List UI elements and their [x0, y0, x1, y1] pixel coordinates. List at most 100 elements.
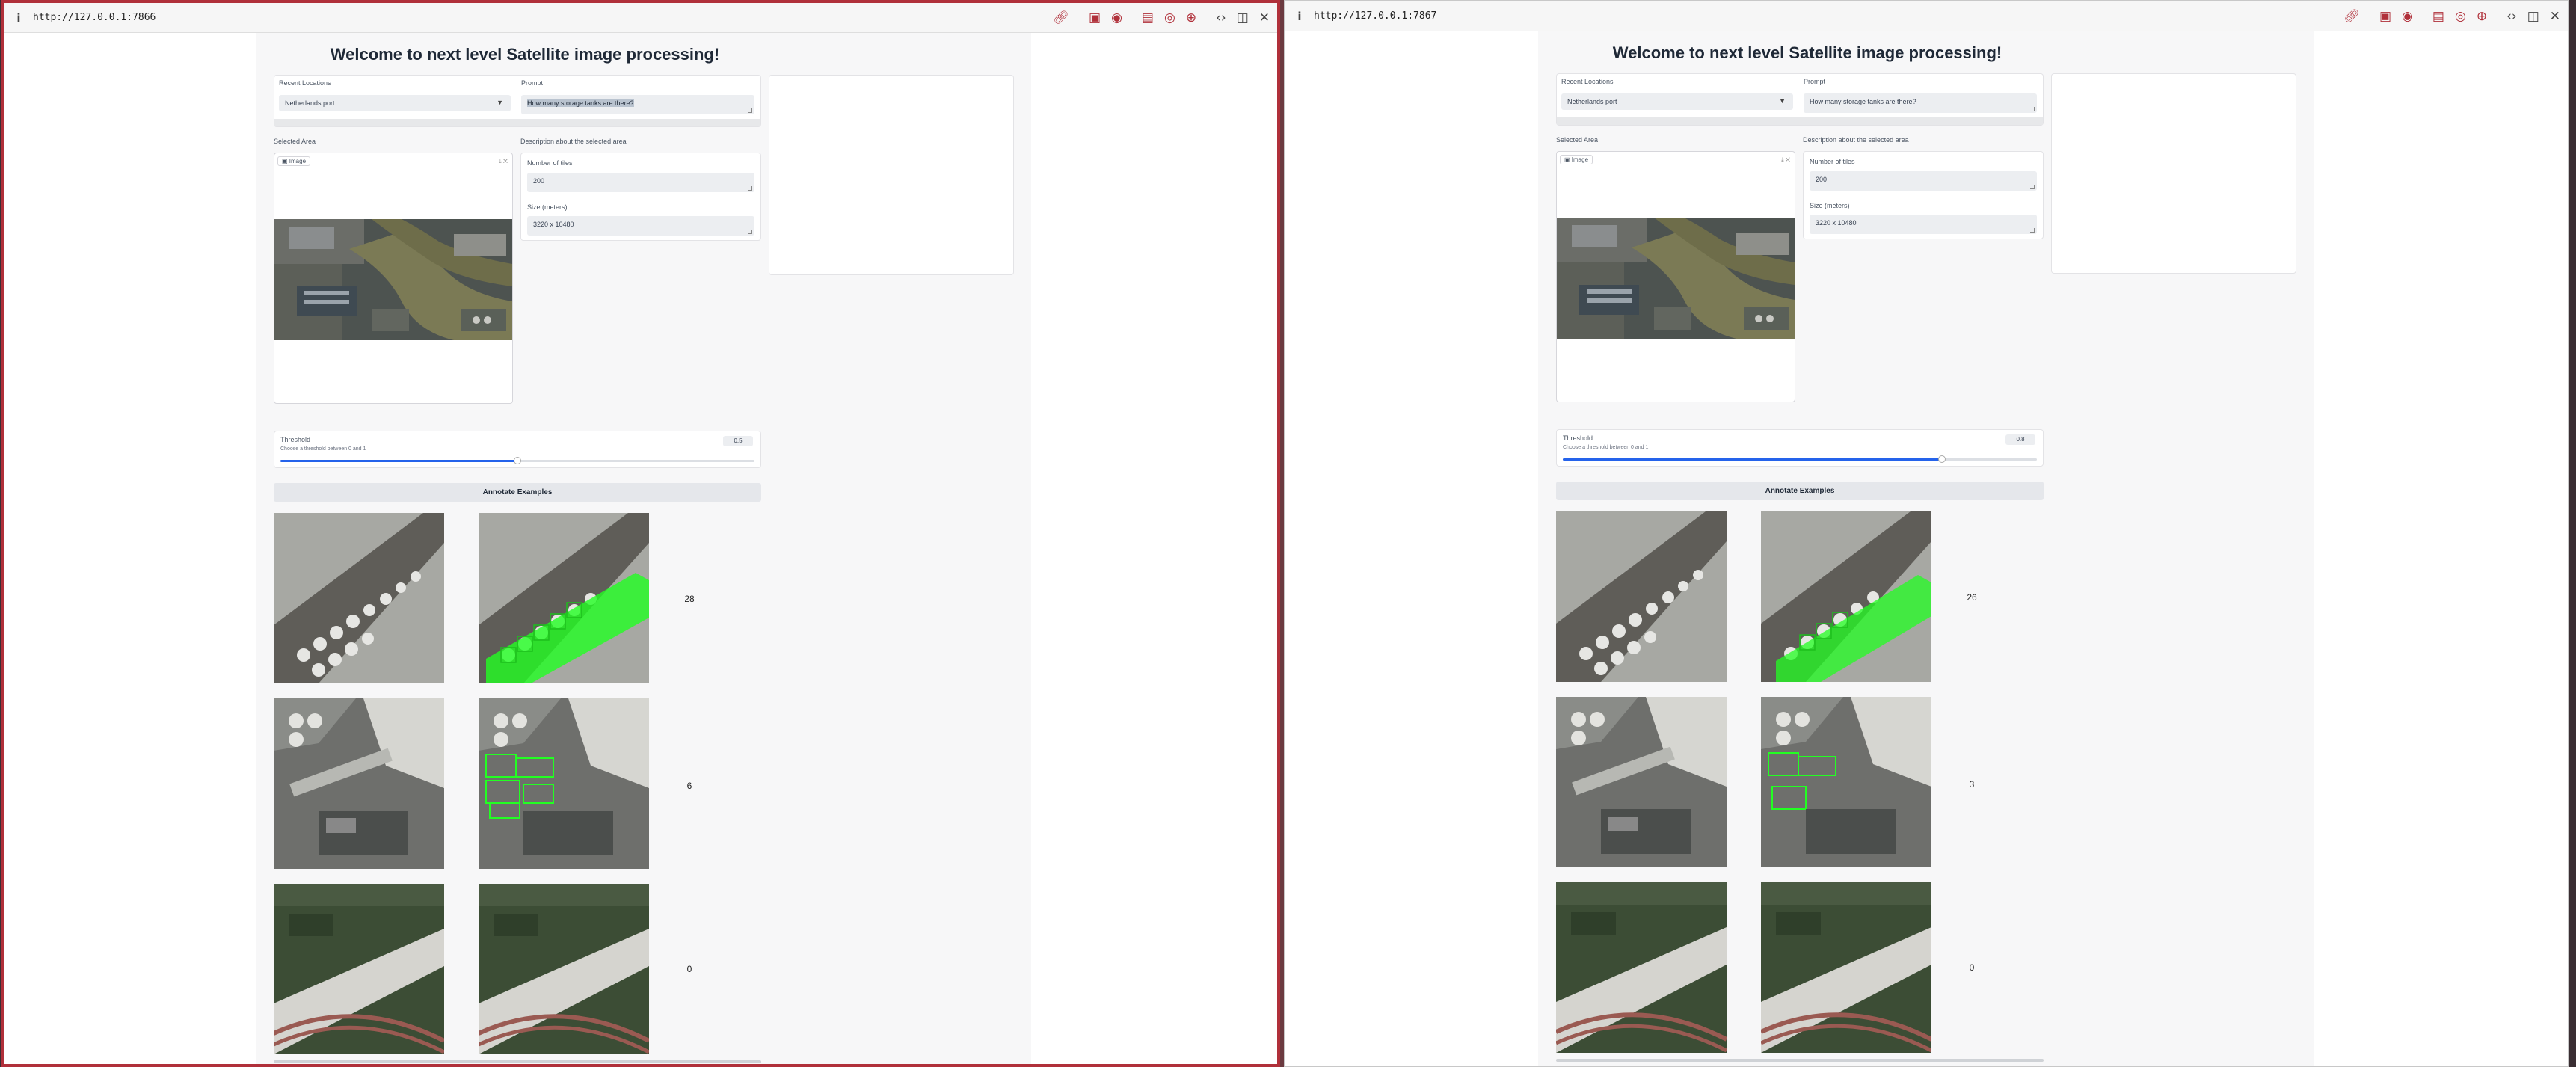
example-1-original — [1556, 511, 1727, 682]
example-3-original — [1556, 882, 1727, 1053]
resize-handle[interactable] — [748, 108, 752, 113]
recent-locations-dropdown[interactable]: Netherlands port ▼ — [1561, 93, 1793, 110]
example-3-annotated — [1761, 882, 1931, 1053]
threshold-info: Choose a threshold between 0 and 1 — [280, 446, 366, 452]
recent-locations-label: Recent Locations — [1561, 78, 1614, 85]
example-3-annotated — [479, 884, 649, 1054]
threshold-slider[interactable] — [280, 457, 754, 464]
link-icon[interactable]: 🔗︎ — [1053, 10, 1069, 25]
panel-footer — [1557, 117, 2043, 125]
selected-area-image[interactable]: ▣ Image ⤓ ✕ — [1556, 151, 1795, 402]
info-icon[interactable]: i — [1285, 10, 1314, 23]
threshold-panel: Threshold Choose a threshold between 0 a… — [1556, 429, 2044, 467]
screenshot-icon[interactable]: ▣ — [2379, 9, 2391, 24]
split-icon[interactable]: ◫ — [1237, 10, 1249, 25]
annotate-examples-button[interactable]: Annotate Examples — [1556, 482, 2044, 500]
size-field[interactable]: 3220 x 10480 — [1810, 215, 2037, 234]
horizontal-scrollbar[interactable] — [1556, 1059, 2044, 1062]
prompt-textbox[interactable]: How many storage tanks are there? — [521, 95, 754, 114]
image-tools[interactable]: ⤓ ✕ — [499, 158, 508, 165]
size-label: Size (meters) — [527, 203, 568, 211]
browser-window-1: i http://127.0.0.1:7866 🔗︎ ▣ ◉ ▤ ◎ ⊕ ‹› … — [1, 0, 1280, 1067]
threshold-info: Choose a threshold between 0 and 1 — [1563, 445, 1649, 450]
port-aerial-image — [274, 219, 512, 340]
threshold-label: Threshold — [1563, 434, 1593, 442]
image-tools[interactable]: ⤓ ✕ — [1781, 156, 1790, 164]
recent-locations-value: Netherlands port — [285, 99, 335, 107]
threshold-number-input[interactable]: 0.5 — [723, 436, 753, 446]
close-icon[interactable]: ✕ — [2550, 9, 2560, 24]
close-icon[interactable]: ✕ — [1259, 10, 1270, 25]
threshold-slider-knob[interactable] — [1938, 455, 1946, 463]
camera-icon[interactable]: ◉ — [1111, 10, 1122, 25]
threshold-number-input[interactable]: 0.8 — [2005, 434, 2035, 445]
page-viewport[interactable]: Welcome to next level Satellite image pr… — [4, 33, 1277, 1064]
recent-locations-dropdown[interactable]: Netherlands port ▼ — [279, 95, 511, 111]
description-panel: Number of tiles 200 Size (meters) 3220 x… — [520, 153, 761, 241]
url-text: http://127.0.0.1:7866 — [33, 12, 156, 23]
num-tiles-field[interactable]: 200 — [527, 173, 754, 192]
threshold-slider[interactable] — [1563, 455, 2037, 463]
camera-icon[interactable]: ◉ — [2402, 9, 2413, 24]
link-icon[interactable]: 🔗︎ — [2343, 9, 2360, 24]
image-tag: ▣ Image — [277, 156, 311, 166]
output-panel — [2051, 73, 2296, 274]
gradio-app: Welcome to next level Satellite image pr… — [1538, 31, 2314, 1066]
size-field[interactable]: 3220 x 10480 — [527, 216, 754, 236]
num-tiles-label: Number of tiles — [527, 159, 573, 167]
url-text: http://127.0.0.1:7867 — [1314, 10, 1437, 22]
chevron-down-icon: ▼ — [1779, 97, 1786, 105]
page-title: Welcome to next level Satellite image pr… — [1612, 43, 2002, 62]
resize-handle[interactable] — [748, 186, 752, 191]
example-2-original — [274, 698, 444, 869]
port-aerial-image — [1557, 218, 1795, 339]
prompt-textbox[interactable]: How many storage tanks are there? — [1804, 93, 2037, 113]
description-label: Description about the selected area — [520, 138, 627, 145]
output-panel — [769, 75, 1014, 275]
resize-handle[interactable] — [2030, 107, 2035, 111]
selected-area-image[interactable]: ▣ Image ⤓ ✕ — [274, 153, 513, 404]
horizontal-scrollbar[interactable] — [274, 1060, 761, 1063]
prompt-value: How many storage tanks are there? — [527, 99, 634, 107]
crosshair-icon[interactable]: ⊕ — [2477, 9, 2487, 24]
selected-area-label: Selected Area — [274, 138, 316, 145]
toolbar-icons: 🔗︎ ▣ ◉ ▤ ◎ ⊕ ‹› ◫ ✕ — [2333, 1, 2560, 31]
color-picker-icon[interactable]: ◎ — [1164, 10, 1175, 25]
selected-area-label: Selected Area — [1556, 136, 1599, 144]
screenshot-icon[interactable]: ▣ — [1089, 10, 1101, 25]
window-icon[interactable]: ▤ — [1142, 10, 1154, 25]
code-icon[interactable]: ‹› — [2506, 9, 2517, 24]
color-picker-icon[interactable]: ◎ — [2455, 9, 2466, 24]
num-tiles-value: 200 — [1816, 176, 1828, 183]
num-tiles-field[interactable]: 200 — [1810, 171, 2037, 191]
split-icon[interactable]: ◫ — [2527, 9, 2539, 24]
example-1-count: 28 — [684, 594, 695, 604]
example-2-annotated — [479, 698, 649, 869]
example-3-count: 0 — [1969, 962, 1975, 973]
example-2-count: 3 — [1969, 779, 1975, 790]
crosshair-icon[interactable]: ⊕ — [1186, 10, 1196, 25]
code-icon[interactable]: ‹› — [1216, 10, 1226, 25]
page-title: Welcome to next level Satellite image pr… — [330, 45, 720, 64]
page-viewport[interactable]: Welcome to next level Satellite image pr… — [1285, 31, 2568, 1066]
threshold-slider-fill — [1563, 458, 1943, 461]
description-panel: Number of tiles 200 Size (meters) 3220 x… — [1803, 151, 2044, 239]
prompt-value: How many storage tanks are there? — [1810, 98, 1916, 105]
size-label: Size (meters) — [1810, 202, 1850, 209]
description-label: Description about the selected area — [1803, 136, 1909, 144]
threshold-label: Threshold — [280, 436, 311, 443]
example-1-count: 26 — [1967, 592, 1977, 603]
title-bar: i http://127.0.0.1:7866 🔗︎ ▣ ◉ ▤ ◎ ⊕ ‹› … — [4, 3, 1277, 33]
example-2-original — [1556, 697, 1727, 867]
threshold-slider-knob[interactable] — [514, 457, 521, 464]
threshold-slider-fill — [280, 460, 517, 462]
toolbar-icons: 🔗︎ ▣ ◉ ▤ ◎ ⊕ ‹› ◫ ✕ — [1042, 3, 1270, 33]
annotate-examples-button[interactable]: Annotate Examples — [274, 483, 761, 502]
window-icon[interactable]: ▤ — [2432, 9, 2444, 24]
resize-handle[interactable] — [748, 230, 752, 234]
size-value: 3220 x 10480 — [1816, 219, 1857, 227]
info-icon[interactable]: i — [4, 11, 33, 25]
resize-handle[interactable] — [2030, 228, 2035, 233]
example-1-annotated — [1761, 511, 1931, 682]
resize-handle[interactable] — [2030, 185, 2035, 189]
